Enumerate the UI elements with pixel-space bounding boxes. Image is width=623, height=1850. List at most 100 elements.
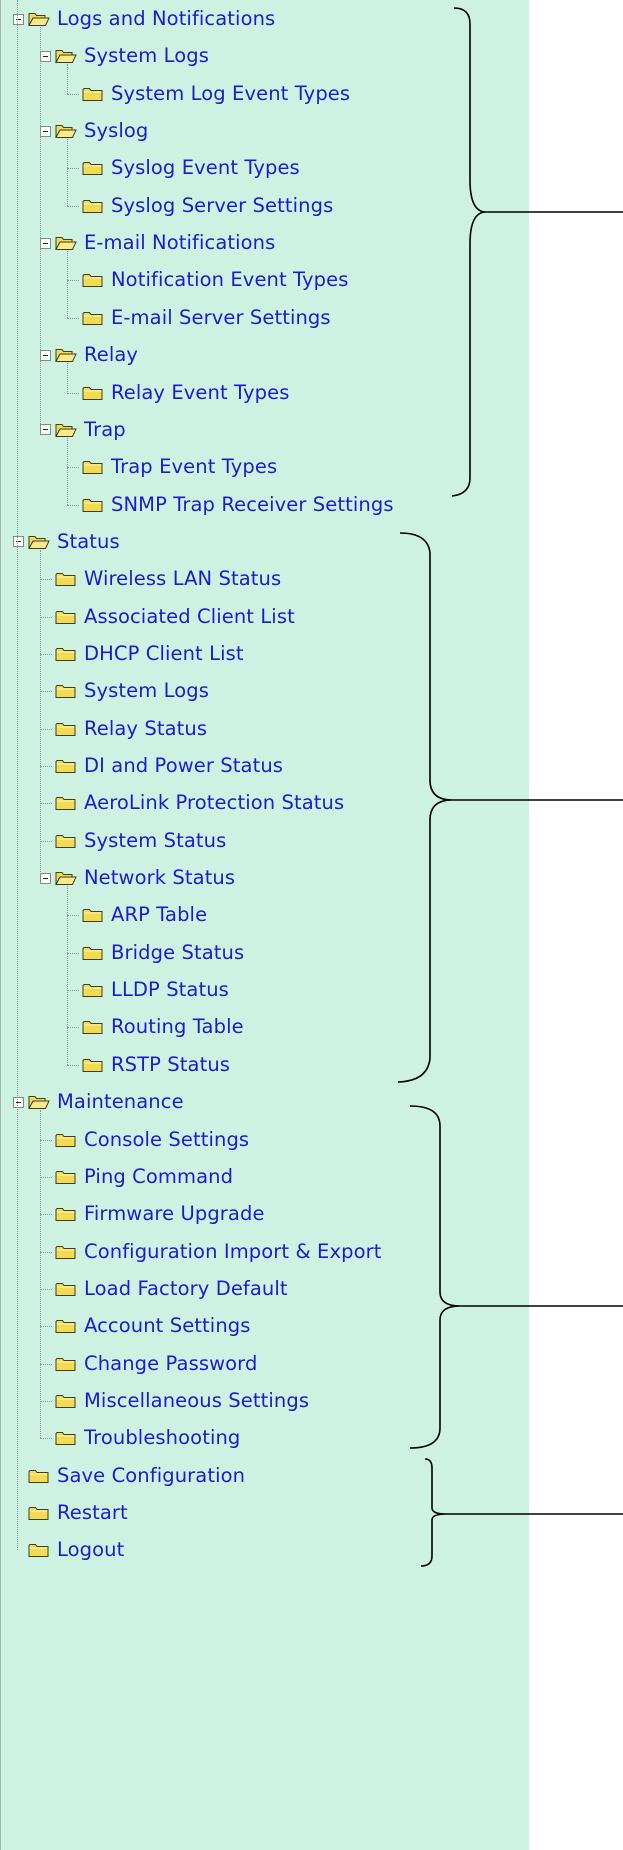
tree-item-label[interactable]: Restart xyxy=(57,1502,128,1524)
minus-box-icon[interactable] xyxy=(13,536,24,548)
tree-item-configuration-import-export[interactable]: Configuration Import & Export xyxy=(40,1237,382,1267)
tree-item-label[interactable]: Network Status xyxy=(84,867,235,889)
minus-box-icon[interactable] xyxy=(40,237,51,249)
tree-item-dhcp-client-list[interactable]: DHCP Client List xyxy=(40,639,244,669)
tree-item-label[interactable]: System Log Event Types xyxy=(111,82,350,105)
tree-item-label[interactable]: Logout xyxy=(57,1539,124,1561)
tree-item-maintenance[interactable]: Maintenance xyxy=(13,1087,184,1117)
tree-item-label[interactable]: Syslog Event Types xyxy=(111,157,300,179)
tree-item-wireless-lan-status[interactable]: Wireless LAN Status xyxy=(40,564,281,594)
tree-item-system-log-event-types[interactable]: System Log Event Types xyxy=(67,79,350,109)
minus-box-icon[interactable] xyxy=(13,1096,24,1108)
tree-item-label[interactable]: Save Configuration xyxy=(57,1464,245,1487)
tree-line xyxy=(67,93,79,95)
tree-item-label[interactable]: RSTP Status xyxy=(111,1053,230,1076)
tree-item-label[interactable]: Troubleshooting xyxy=(84,1427,240,1449)
tree-item-arp-table[interactable]: ARP Table xyxy=(67,900,207,930)
tree-item-label[interactable]: E-mail Server Settings xyxy=(111,306,331,329)
tree-item-label[interactable]: Account Settings xyxy=(84,1315,251,1337)
tree-item-relay-event-types[interactable]: Relay Event Types xyxy=(67,378,290,408)
tree-item-label[interactable]: Firmware Upgrade xyxy=(84,1203,265,1225)
tree-line xyxy=(67,168,79,170)
tree-item-label[interactable]: Change Password xyxy=(84,1352,257,1375)
tree-item-label[interactable]: DHCP Client List xyxy=(84,642,244,665)
tree-item-label[interactable]: System Logs xyxy=(84,45,209,67)
minus-box-icon[interactable] xyxy=(40,349,51,361)
tree-item-e-mail-notifications[interactable]: E-mail Notifications xyxy=(40,228,275,258)
tree-item-load-factory-default[interactable]: Load Factory Default xyxy=(40,1274,288,1304)
tree-item-restart[interactable]: Restart xyxy=(13,1498,128,1528)
tree-item-syslog-server-settings[interactable]: Syslog Server Settings xyxy=(67,191,333,221)
tree-item-aerolink-protection-status[interactable]: AeroLink Protection Status xyxy=(40,788,344,818)
folder-icon xyxy=(55,1318,84,1334)
tree-item-syslog-event-types[interactable]: Syslog Event Types xyxy=(67,153,300,183)
tree-item-associated-client-list[interactable]: Associated Client List xyxy=(40,602,295,632)
tree-item-label[interactable]: Trap Event Types xyxy=(111,456,277,478)
tree-item-account-settings[interactable]: Account Settings xyxy=(40,1311,251,1341)
tree-item-syslog[interactable]: Syslog xyxy=(40,116,148,146)
folder-open-icon xyxy=(28,11,57,27)
folder-icon xyxy=(55,1244,84,1260)
tree-item-label[interactable]: Relay xyxy=(84,344,138,366)
tree-item-label[interactable]: Relay Event Types xyxy=(111,381,290,404)
tree-item-troubleshooting[interactable]: Troubleshooting xyxy=(40,1423,240,1453)
minus-box-icon[interactable] xyxy=(13,13,24,25)
tree-item-rstp-status[interactable]: RSTP Status xyxy=(67,1050,230,1080)
tree-item-label[interactable]: Notification Event Types xyxy=(111,269,349,291)
tree-item-logs-and-notifications[interactable]: Logs and Notifications xyxy=(13,4,275,34)
tree-item-label[interactable]: Ping Command xyxy=(84,1165,233,1188)
tree-item-lldp-status[interactable]: LLDP Status xyxy=(67,975,229,1005)
tree-item-label[interactable]: Console Settings xyxy=(84,1128,249,1151)
tree-item-system-logs[interactable]: System Logs xyxy=(40,41,209,71)
tree-item-notification-event-types[interactable]: Notification Event Types xyxy=(67,265,349,295)
tree-item-label[interactable]: Maintenance xyxy=(57,1091,184,1113)
tree-item-label[interactable]: ARP Table xyxy=(111,904,207,926)
tree-item-console-settings[interactable]: Console Settings xyxy=(40,1125,249,1155)
tree-item-label[interactable]: Routing Table xyxy=(111,1016,244,1038)
tree-item-label[interactable]: SNMP Trap Receiver Settings xyxy=(111,493,394,516)
tree-item-label[interactable]: Trap xyxy=(84,418,126,441)
tree-item-label[interactable]: Logs and Notifications xyxy=(57,8,275,30)
menu-tree-panel: Logs and Notifications System Logs System … xyxy=(0,0,529,1850)
tree-item-change-password[interactable]: Change Password xyxy=(40,1349,257,1379)
tree-item-label[interactable]: E-mail Notifications xyxy=(84,232,275,254)
tree-item-network-status[interactable]: Network Status xyxy=(40,863,235,893)
tree-item-routing-table[interactable]: Routing Table xyxy=(67,1012,244,1042)
tree-item-label[interactable]: DI and Power Status xyxy=(84,755,283,777)
tree-item-system-logs[interactable]: System Logs xyxy=(40,676,209,706)
minus-box-icon[interactable] xyxy=(40,50,51,62)
tree-item-miscellaneous-settings[interactable]: Miscellaneous Settings xyxy=(40,1386,309,1416)
tree-item-label[interactable]: Bridge Status xyxy=(111,941,244,964)
tree-item-label[interactable]: System Status xyxy=(84,829,226,852)
tree-item-relay[interactable]: Relay xyxy=(40,340,138,370)
tree-item-system-status[interactable]: System Status xyxy=(40,826,226,856)
tree-item-label[interactable]: Configuration Import & Export xyxy=(84,1240,382,1263)
tree-item-label[interactable]: Associated Client List xyxy=(84,605,295,628)
tree-item-label[interactable]: AeroLink Protection Status xyxy=(84,792,344,814)
tree-item-snmp-trap-receiver-settings[interactable]: SNMP Trap Receiver Settings xyxy=(67,490,394,520)
minus-box-icon[interactable] xyxy=(40,872,51,884)
tree-item-label[interactable]: Miscellaneous Settings xyxy=(84,1389,309,1412)
tree-item-bridge-status[interactable]: Bridge Status xyxy=(67,938,244,968)
folder-icon xyxy=(82,385,111,401)
tree-item-label[interactable]: Status xyxy=(57,530,120,553)
tree-item-di-and-power-status[interactable]: DI and Power Status xyxy=(40,751,283,781)
tree-item-firmware-upgrade[interactable]: Firmware Upgrade xyxy=(40,1199,265,1229)
tree-item-relay-status[interactable]: Relay Status xyxy=(40,714,207,744)
tree-item-ping-command[interactable]: Ping Command xyxy=(40,1162,233,1192)
tree-item-label[interactable]: Relay Status xyxy=(84,717,207,740)
tree-item-label[interactable]: Load Factory Default xyxy=(84,1277,288,1300)
minus-box-icon[interactable] xyxy=(40,125,51,137)
tree-item-save-configuration[interactable]: Save Configuration xyxy=(13,1461,245,1491)
tree-item-trap[interactable]: Trap xyxy=(40,415,126,445)
tree-item-label[interactable]: Syslog Server Settings xyxy=(111,194,333,217)
tree-item-trap-event-types[interactable]: Trap Event Types xyxy=(67,452,277,482)
tree-item-label[interactable]: Syslog xyxy=(84,120,148,142)
tree-item-e-mail-server-settings[interactable]: E-mail Server Settings xyxy=(67,303,331,333)
tree-item-label[interactable]: LLDP Status xyxy=(111,979,229,1001)
tree-item-status[interactable]: Status xyxy=(13,527,120,557)
tree-item-logout[interactable]: Logout xyxy=(13,1535,124,1565)
tree-item-label[interactable]: Wireless LAN Status xyxy=(84,568,281,590)
minus-box-icon[interactable] xyxy=(40,424,51,436)
tree-item-label[interactable]: System Logs xyxy=(84,680,209,702)
